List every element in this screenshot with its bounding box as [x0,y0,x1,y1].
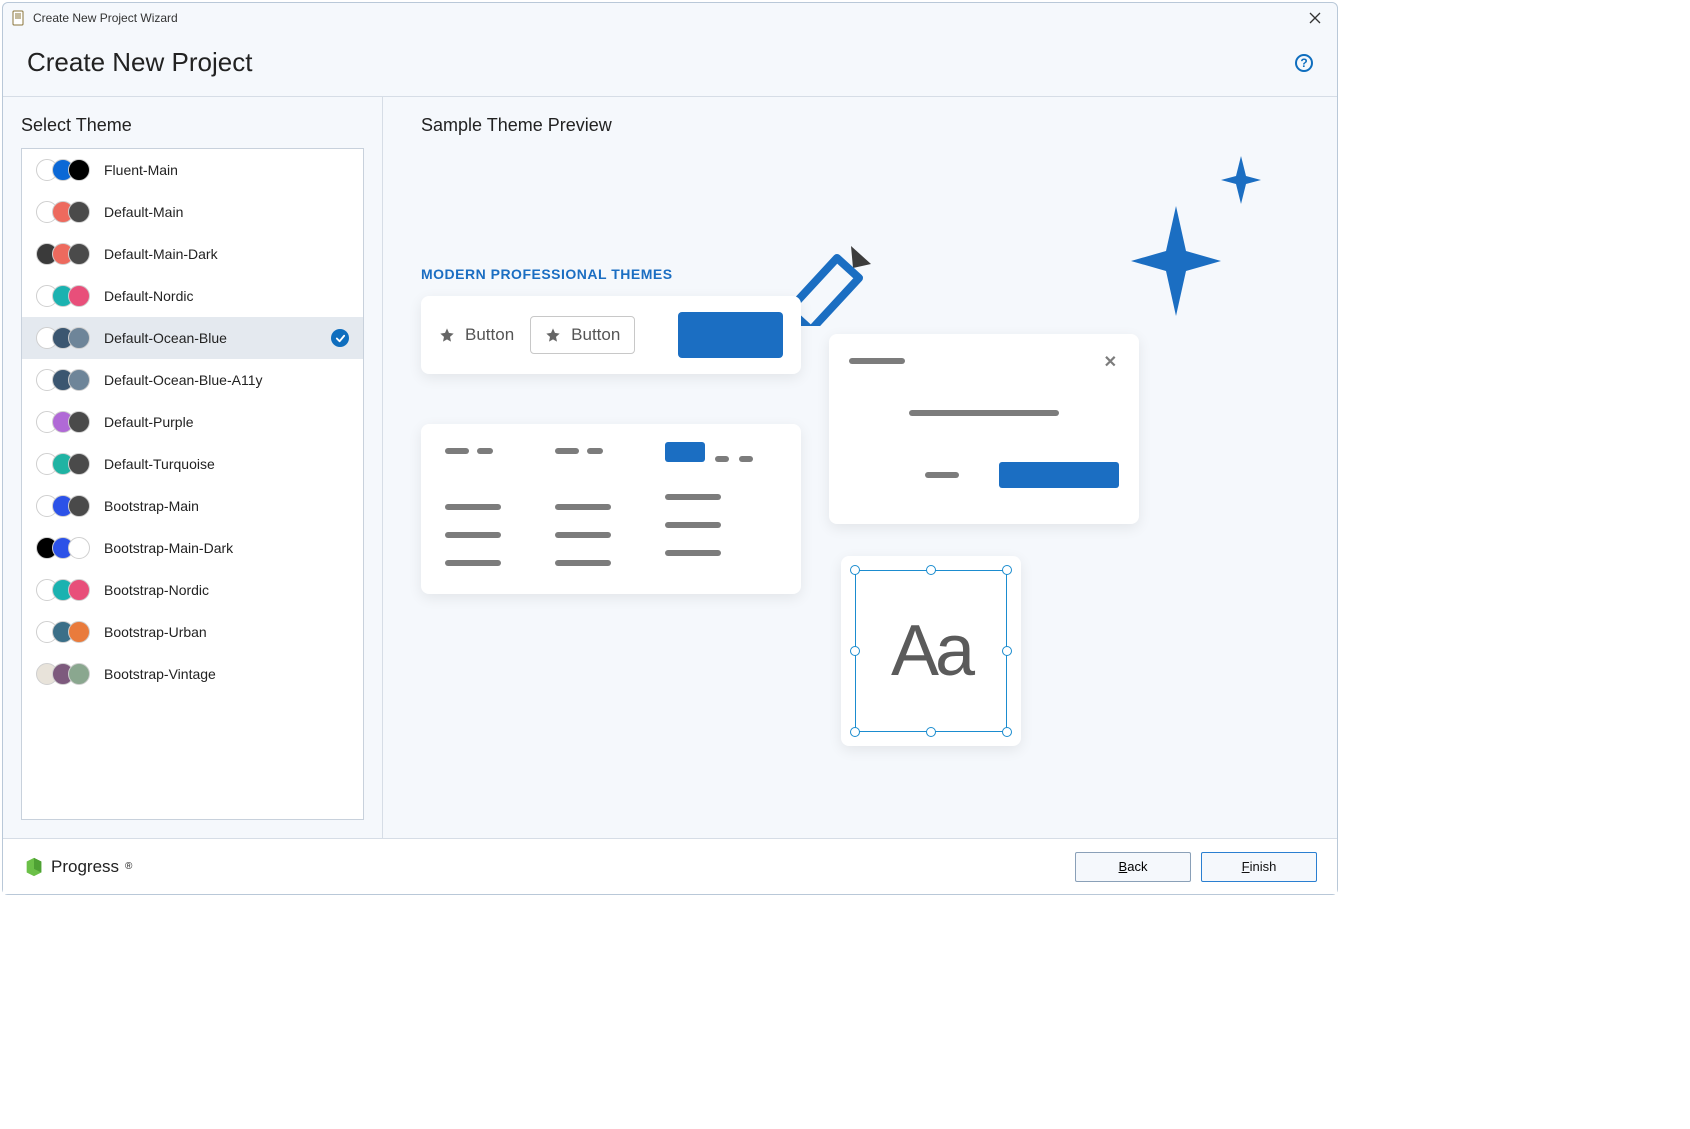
theme-item[interactable]: Bootstrap-Nordic [22,569,363,611]
sidebar-title: Select Theme [21,115,364,136]
theme-swatches [36,201,92,223]
preview-button-label: Button [571,325,620,345]
color-swatch [68,159,90,181]
color-swatch [68,201,90,223]
theme-swatches [36,327,92,349]
theme-label: Bootstrap-Urban [104,624,207,640]
theme-swatches [36,621,92,643]
theme-swatches [36,369,92,391]
brand-name: Progress [51,857,119,877]
wizard-window: Create New Project Wizard Create New Pro… [2,2,1338,895]
close-icon [1309,12,1321,24]
star-icon [439,327,455,343]
color-swatch [68,327,90,349]
theme-label: Bootstrap-Main-Dark [104,540,233,556]
app-icon [11,10,27,26]
color-swatch [68,285,90,307]
preview-sample-button-outlined: Button [530,316,635,354]
preview-illustration: MODERN PROFESSIONAL THEMES Button Button [421,166,1241,776]
theme-item[interactable]: Bootstrap-Vintage [22,653,363,695]
color-swatch [68,621,90,643]
theme-swatches [36,495,92,517]
checkmark-icon [331,329,349,347]
theme-label: Fluent-Main [104,162,178,178]
header: Create New Project ? [3,33,1337,97]
close-icon: ✕ [1104,352,1117,372]
titlebar: Create New Project Wizard [3,3,1337,33]
theme-swatches [36,663,92,685]
sparkle-icon [1131,206,1221,316]
color-swatch [68,453,90,475]
preview-buttons-card: Button Button [421,296,801,374]
preview-sample-button-solid [678,312,783,358]
theme-label: Default-Turquoise [104,456,215,472]
theme-item[interactable]: Default-Main [22,191,363,233]
sidebar: Select Theme Fluent-Main Default-Main Defa… [3,97,383,838]
theme-swatches [36,579,92,601]
preview-section-label: MODERN PROFESSIONAL THEMES [421,266,673,282]
star-icon [545,327,561,343]
preview-table-card [421,424,801,594]
preview-typography-card: Aa [841,556,1021,746]
theme-label: Bootstrap-Main [104,498,199,514]
theme-list[interactable]: Fluent-Main Default-Main Default-Main-Dark… [21,148,364,820]
color-swatch [68,411,90,433]
body: Select Theme Fluent-Main Default-Main Defa… [3,97,1337,838]
theme-swatches [36,453,92,475]
window-title: Create New Project Wizard [33,11,178,25]
color-swatch [68,495,90,517]
theme-label: Default-Main-Dark [104,246,218,262]
close-button[interactable] [1301,7,1329,29]
theme-item[interactable]: Default-Ocean-Blue-A11y [22,359,363,401]
theme-item[interactable]: Default-Main-Dark [22,233,363,275]
color-swatch [68,579,90,601]
theme-label: Default-Nordic [104,288,193,304]
theme-label: Default-Purple [104,414,194,430]
theme-swatches [36,285,92,307]
footer: Progress® Back Finish [3,838,1337,894]
color-swatch [68,369,90,391]
theme-item[interactable]: Bootstrap-Main-Dark [22,527,363,569]
theme-swatches [36,537,92,559]
theme-item[interactable]: Default-Nordic [22,275,363,317]
color-swatch [68,663,90,685]
theme-label: Default-Main [104,204,183,220]
sparkle-icon [1221,156,1261,204]
theme-swatches [36,411,92,433]
theme-item[interactable]: Default-Ocean-Blue [22,317,363,359]
theme-label: Bootstrap-Vintage [104,666,216,682]
preview-pane: Sample Theme Preview MODERN PROFESSIONAL… [383,97,1337,838]
preview-dialog-primary-button [999,462,1119,488]
color-swatch [68,243,90,265]
theme-label: Default-Ocean-Blue-A11y [104,372,262,388]
theme-item[interactable]: Bootstrap-Urban [22,611,363,653]
theme-swatches [36,243,92,265]
help-icon: ? [1300,56,1307,70]
preview-dialog-card: ✕ [829,334,1139,524]
color-swatch [68,537,90,559]
theme-item[interactable]: Default-Turquoise [22,443,363,485]
theme-label: Default-Ocean-Blue [104,330,227,346]
finish-button[interactable]: Finish [1201,852,1317,882]
theme-label: Bootstrap-Nordic [104,582,209,598]
preview-sample-button: Button [439,325,514,345]
preview-button-label: Button [465,325,514,345]
progress-icon [23,856,45,878]
page-title: Create New Project [27,47,252,78]
theme-item[interactable]: Default-Purple [22,401,363,443]
theme-item[interactable]: Fluent-Main [22,149,363,191]
help-button[interactable]: ? [1295,54,1313,72]
brand-logo: Progress® [23,856,132,878]
theme-item[interactable]: Bootstrap-Main [22,485,363,527]
preview-title: Sample Theme Preview [421,115,1299,136]
back-button[interactable]: Back [1075,852,1191,882]
selection-frame [855,570,1007,732]
theme-swatches [36,159,92,181]
